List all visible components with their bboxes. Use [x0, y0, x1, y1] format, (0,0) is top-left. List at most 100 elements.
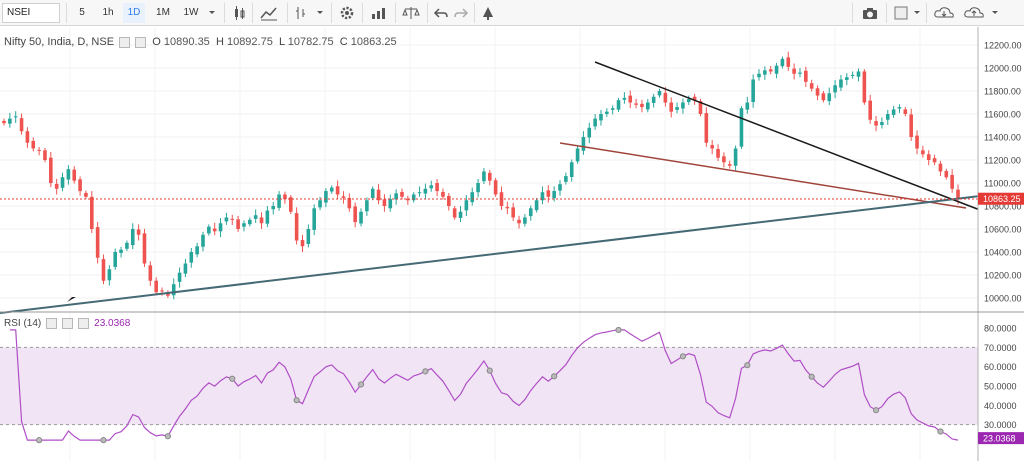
price-tick-label: 11400.00	[984, 133, 1021, 143]
candle-body	[487, 172, 492, 181]
candle-body	[370, 188, 375, 198]
candle-body	[476, 183, 480, 193]
rsi-name: RSI (14)	[4, 318, 42, 330]
cloud-down-icon[interactable]	[931, 3, 957, 23]
candle-body	[552, 191, 556, 199]
symbol-input[interactable]: NSEI	[2, 3, 60, 23]
candle-body	[733, 148, 738, 166]
candle-body	[786, 57, 791, 67]
interval-dropdown-icon[interactable]	[206, 3, 218, 23]
square-dropdown-icon[interactable]	[911, 3, 923, 23]
candle-body	[318, 200, 322, 208]
candle-body	[798, 72, 802, 74]
candle-body	[804, 70, 808, 82]
candle-body	[622, 97, 627, 100]
trendline-black[interactable]	[594, 61, 981, 211]
candle-body	[564, 176, 568, 182]
legend-eye-icon[interactable]	[119, 36, 131, 48]
candle-series	[2, 51, 960, 300]
candle-body	[768, 69, 773, 72]
rsi-marker	[357, 381, 365, 388]
indicators-dropdown-icon[interactable]	[314, 3, 326, 23]
low-label: L	[278, 36, 285, 48]
toolbar-divider	[474, 3, 475, 23]
rsi-eye-icon[interactable]	[46, 318, 58, 329]
current-price-label: 10863.25	[983, 194, 1021, 204]
rsi-marker	[164, 433, 171, 440]
camera-icon[interactable]	[859, 3, 881, 23]
redo-icon[interactable]	[452, 3, 470, 23]
candle-body	[710, 145, 714, 149]
candle-body	[54, 183, 59, 189]
candle-body	[593, 118, 597, 127]
candle-body	[248, 219, 252, 225]
undo-icon[interactable]	[432, 3, 450, 23]
interval-1w[interactable]: 1W	[180, 3, 202, 23]
candles-icon[interactable]	[230, 3, 248, 23]
candle-body	[312, 208, 316, 230]
candle-body	[359, 211, 363, 224]
chart-canvas[interactable]: 12200.00 12000.00 11800.00 11600.00 11400.00…	[0, 27, 1024, 461]
candle-body	[505, 206, 510, 209]
candle-body	[382, 199, 387, 206]
rsi-legend: RSI (14) 23.0368	[4, 318, 130, 329]
candle-body	[921, 150, 925, 155]
rsi-tick-label: 40.0000	[984, 401, 1017, 411]
trendline-brown[interactable]	[559, 142, 967, 209]
candle-body	[388, 199, 393, 209]
settings-icon[interactable]	[337, 3, 357, 23]
indicators-icon[interactable]	[292, 3, 314, 23]
rsi-marker	[615, 326, 622, 334]
candle-body	[60, 177, 65, 188]
alert-icon[interactable]	[478, 3, 498, 23]
toolbar-divider	[252, 3, 253, 23]
candle-body	[716, 148, 720, 158]
rsi-marker	[872, 407, 880, 414]
legend-settings-icon[interactable]	[135, 36, 147, 48]
candle-body	[271, 206, 276, 210]
cloud-dropdown-icon[interactable]	[989, 3, 1001, 23]
rsi-settings-icon[interactable]	[61, 318, 73, 329]
interval-1m[interactable]: 1M	[152, 3, 174, 23]
candle-body	[616, 100, 621, 110]
rsi-overbought-band	[0, 347, 978, 425]
line-style-icon[interactable]	[258, 3, 280, 23]
cloud-up-icon[interactable]	[961, 3, 987, 23]
price-tick-label: 11800.00	[984, 87, 1021, 97]
scale-icon[interactable]	[400, 3, 422, 23]
candle-body	[195, 246, 199, 255]
candle-body	[224, 217, 229, 222]
candle-body	[581, 137, 586, 151]
candle-body	[171, 284, 176, 296]
rsi-close-icon[interactable]	[77, 318, 89, 329]
candle-body	[850, 74, 855, 76]
interval-1h[interactable]: 1h	[98, 3, 118, 23]
interval-1d[interactable]: 1D	[123, 3, 145, 23]
candle-body	[218, 223, 223, 232]
toolbar-divider	[66, 3, 67, 23]
rsi-marker	[551, 373, 558, 380]
candle-body	[833, 85, 837, 93]
candle-body	[880, 122, 884, 126]
candle-body	[751, 79, 755, 103]
compare-icon[interactable]	[368, 3, 390, 23]
candle-body	[628, 95, 633, 103]
candle-body	[136, 229, 141, 235]
interval-5[interactable]: 5	[73, 3, 91, 23]
toolbar-divider	[331, 3, 332, 23]
toolbar-divider	[362, 3, 363, 23]
candle-body	[283, 194, 287, 200]
rsi-marker	[100, 437, 107, 444]
toolbar-divider	[926, 3, 927, 23]
price-tick-label: 12000.00	[984, 64, 1022, 74]
square-icon[interactable]	[891, 3, 911, 23]
candle-body	[739, 108, 744, 147]
candle-body	[809, 83, 814, 89]
candle-body	[277, 194, 281, 208]
candle-body	[915, 135, 919, 149]
rsi-marker	[422, 368, 429, 375]
price-tick-label: 11600.00	[984, 110, 1021, 120]
candle-body	[230, 218, 235, 220]
candle-body	[72, 169, 77, 181]
trendline-teal[interactable]	[0, 195, 981, 314]
